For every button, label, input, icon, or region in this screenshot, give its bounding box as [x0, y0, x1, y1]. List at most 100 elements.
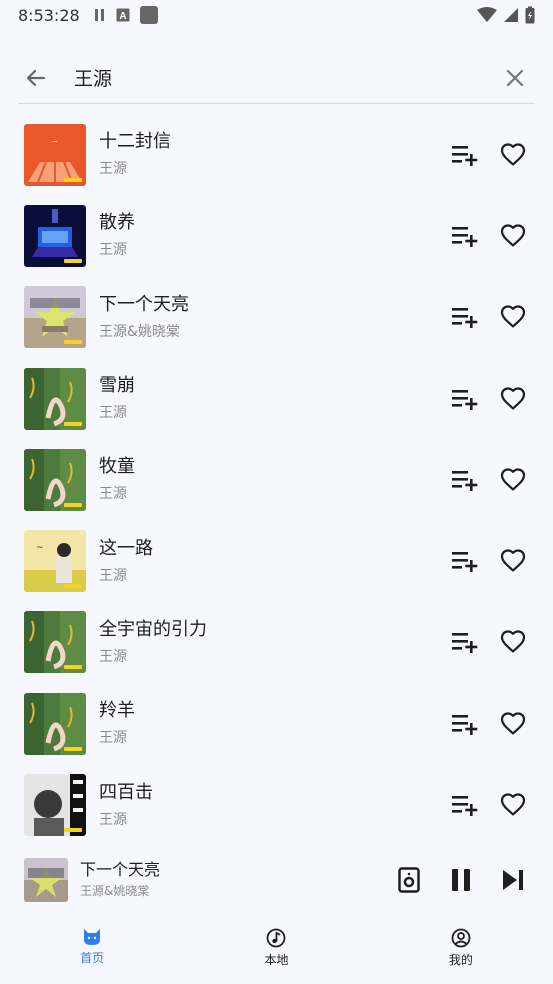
song-title: 雪崩: [99, 375, 135, 397]
status-time: 8:53:28: [18, 5, 80, 25]
song-artist: 王源: [99, 811, 127, 828]
battery-icon: [525, 6, 535, 24]
playlist-add-icon: [452, 796, 478, 817]
song-title: 下一个天亮: [99, 293, 189, 315]
a-status-icon: A: [116, 8, 130, 22]
speaker-icon: [398, 867, 420, 893]
song-artist: 王源: [99, 486, 127, 503]
song-artist: 王源: [99, 730, 127, 747]
heart-icon: [500, 468, 526, 491]
nav-home[interactable]: 首页: [0, 918, 184, 984]
playlist-add-icon: [452, 389, 478, 410]
music-note-icon: [267, 928, 286, 948]
song-row[interactable]: ~ 这一路 王源: [0, 520, 553, 601]
album-cover: [24, 611, 86, 674]
album-cover: [24, 367, 86, 430]
close-icon: [506, 69, 524, 86]
song-title: 牧童: [99, 456, 135, 478]
now-playing-artist: 王源&姚晓棠: [80, 884, 150, 898]
song-artist: 王源: [99, 648, 127, 665]
svg-text:A: A: [119, 11, 126, 22]
song-artist: 王源: [99, 567, 127, 584]
square-status-icon: [139, 6, 158, 24]
favorite-button[interactable]: [497, 139, 529, 171]
user-circle-icon: [451, 928, 471, 948]
wifi-icon: [477, 7, 497, 22]
add-to-playlist-button[interactable]: [449, 139, 481, 171]
clear-search-button[interactable]: [495, 58, 535, 98]
pause-icon: [452, 869, 470, 891]
song-artist: 王源: [99, 405, 127, 422]
lyrics-button[interactable]: [393, 864, 425, 896]
playlist-add-icon: [452, 714, 478, 735]
favorite-button[interactable]: [497, 383, 529, 415]
heart-icon: [500, 549, 526, 572]
add-to-playlist-button[interactable]: [449, 626, 481, 658]
song-title: 羚羊: [99, 700, 135, 722]
cat-icon: [84, 929, 101, 945]
album-cover: [24, 692, 86, 755]
favorite-button[interactable]: [497, 789, 529, 821]
song-list: ~ 十二封信 王源 散养 王源 下一个天亮 王源&姚晓棠 雪崩 王源 牧童 王源…: [0, 114, 553, 846]
song-row[interactable]: 牧童 王源: [0, 439, 553, 520]
arrow-left-icon: [26, 69, 46, 86]
heart-icon: [500, 224, 526, 247]
svg-text:~: ~: [36, 543, 44, 553]
nav-home-label: 首页: [80, 951, 105, 965]
add-to-playlist-button[interactable]: [449, 545, 481, 577]
song-artist: 王源&姚晓棠: [99, 323, 180, 340]
heart-icon: [500, 386, 526, 410]
heart-icon: [500, 143, 526, 166]
back-button[interactable]: [24, 58, 64, 98]
now-playing-cover: [24, 858, 68, 902]
favorite-button[interactable]: [497, 626, 529, 658]
song-row[interactable]: ~ 十二封信 王源: [0, 114, 553, 195]
song-row[interactable]: 羚羊 王源: [0, 683, 553, 764]
pause-status-icon: [94, 9, 104, 21]
song-title: 十二封信: [99, 131, 171, 153]
song-artist: 王源: [99, 161, 127, 178]
skip-next-icon: [503, 870, 523, 890]
song-row[interactable]: 下一个天亮 王源&姚晓棠: [0, 277, 553, 358]
search-input[interactable]: 王源: [74, 64, 495, 91]
song-row[interactable]: 雪崩 王源: [0, 358, 553, 439]
song-row[interactable]: 全宇宙的引力 王源: [0, 602, 553, 683]
add-to-playlist-button[interactable]: [449, 301, 481, 333]
mini-player[interactable]: 下一个天亮 王源&姚晓棠: [0, 849, 553, 911]
album-cover: ~: [24, 123, 86, 186]
song-title: 散养: [99, 212, 135, 234]
favorite-button[interactable]: [497, 464, 529, 496]
album-cover: ~: [24, 530, 86, 593]
song-row[interactable]: 散养 王源: [0, 195, 553, 276]
svg-text:~: ~: [52, 138, 58, 146]
favorite-button[interactable]: [497, 708, 529, 740]
album-cover: [24, 286, 86, 349]
pause-button[interactable]: [445, 864, 477, 896]
nav-local-label: 本地: [264, 953, 289, 967]
add-to-playlist-button[interactable]: [449, 220, 481, 252]
nav-local[interactable]: 本地: [184, 918, 368, 984]
add-to-playlist-button[interactable]: [449, 464, 481, 496]
nav-mine[interactable]: 我的: [369, 918, 553, 984]
favorite-button[interactable]: [497, 301, 529, 333]
next-button[interactable]: [497, 864, 529, 896]
status-bar: 8:53:28 A: [0, 0, 553, 30]
add-to-playlist-button[interactable]: [449, 383, 481, 415]
album-cover: [24, 448, 86, 511]
favorite-button[interactable]: [497, 220, 529, 252]
song-row[interactable]: 四百击 王源: [0, 764, 553, 845]
playlist-add-icon: [452, 226, 478, 247]
playlist-add-icon: [452, 552, 478, 573]
now-playing-title: 下一个天亮: [80, 860, 161, 879]
add-to-playlist-button[interactable]: [449, 708, 481, 740]
playlist-add-icon: [452, 633, 478, 654]
playlist-add-icon: [452, 308, 478, 329]
album-cover: [24, 204, 86, 267]
playlist-add-icon: [452, 145, 478, 166]
heart-icon: [500, 305, 526, 328]
song-artist: 王源: [99, 242, 127, 259]
favorite-button[interactable]: [497, 545, 529, 577]
add-to-playlist-button[interactable]: [449, 789, 481, 821]
signal-icon: [504, 8, 518, 22]
search-bar: 王源: [18, 52, 535, 104]
